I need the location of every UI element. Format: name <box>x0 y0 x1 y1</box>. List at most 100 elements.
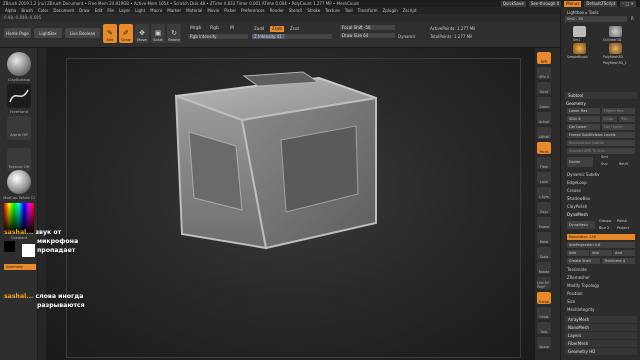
dynamesh-header[interactable]: DynaMesh <box>567 212 588 217</box>
create-shell-button[interactable]: Create Shell <box>567 258 600 264</box>
cage-button[interactable]: Cage <box>602 116 617 122</box>
menu-light[interactable]: Light <box>135 8 145 13</box>
size-header[interactable]: Size <box>567 299 575 304</box>
sdiv-slider[interactable]: SDiv 8 <box>567 116 600 122</box>
zremesher-header[interactable]: ZRemesher <box>567 275 590 280</box>
menus-button[interactable]: Menus <box>564 0 582 7</box>
alternate-button[interactable]: Alternate <box>4 264 36 270</box>
toolbar-xpose-button[interactable]: Xpose <box>537 337 551 349</box>
dynamic-toggle[interactable]: Dynamic <box>398 34 416 39</box>
rgb-button[interactable]: Rgb <box>210 26 219 31</box>
toolbar-frame-button[interactable]: Frame <box>537 217 551 229</box>
toolbar-rotate-button[interactable]: Rotate <box>537 262 551 274</box>
lightbox-tools-button[interactable]: Lightbox ▸ Tools <box>567 10 599 15</box>
menu-draw[interactable]: Draw <box>79 8 89 13</box>
tool-thumb-polymesh[interactable] <box>609 43 622 54</box>
secondary-color-swatch[interactable] <box>4 241 15 252</box>
del-lower-button[interactable]: Del Lower <box>567 124 600 130</box>
tool-thumb-cylinder[interactable] <box>609 26 622 37</box>
menu-color[interactable]: Color <box>38 8 48 13</box>
menu-tool[interactable]: Tool <box>345 8 353 13</box>
toolbar-transp-button[interactable]: Transp <box>537 292 551 304</box>
meshintegrity-header[interactable]: MeshIntegrity <box>567 307 595 312</box>
dynamesh-button[interactable]: DynaMesh <box>567 221 595 229</box>
reuv-toggle[interactable]: ReUV <box>619 162 628 166</box>
zadd-button[interactable]: Zadd <box>252 26 266 32</box>
sculpted-cube-mesh[interactable] <box>46 48 535 360</box>
geometry-hd-header[interactable]: Geometry HD <box>565 348 637 355</box>
menu-macro[interactable]: Macro <box>150 8 162 13</box>
divide-button[interactable]: Divide <box>567 157 593 167</box>
menu-layer[interactable]: Layer <box>119 8 130 13</box>
toolbar-actual-button[interactable]: Actual <box>537 112 551 124</box>
smt-toggle[interactable]: Smt <box>601 155 608 159</box>
rotate-mode-button[interactable]: ↻ Rotate <box>167 24 181 43</box>
toolbar-solo-button[interactable]: Solo <box>537 322 551 334</box>
resolution-slider[interactable]: Resolution 128 <box>567 234 635 240</box>
menu-alpha[interactable]: Alpha <box>5 8 16 13</box>
polish-toggle[interactable]: Polish <box>617 219 627 223</box>
toolbar-floor-button[interactable]: Floor <box>537 157 551 169</box>
modify-topology-header[interactable]: Modify Topology <box>567 283 599 288</box>
live-boolean-button[interactable]: Live Boolean <box>65 28 100 38</box>
blur-slider[interactable]: Blur 2 <box>599 226 609 230</box>
brush-thumbnail[interactable] <box>7 52 31 76</box>
r-button[interactable]: R <box>631 16 634 21</box>
del-higher-button[interactable]: Del Higher <box>602 124 635 130</box>
home-page-button[interactable]: Home Page <box>4 28 31 38</box>
toolbar-aahalf-button[interactable]: AAHalf <box>537 127 551 139</box>
lower-res-button[interactable]: Lower Res <box>567 108 600 114</box>
sub-button[interactable]: Sub <box>590 250 612 256</box>
menu-edit[interactable]: Edit <box>95 8 103 13</box>
toolbar-zoom-button[interactable]: Zoom <box>537 97 551 109</box>
default-zscript-button[interactable]: DefaultZScript <box>584 0 618 7</box>
rgb-intensity-slider[interactable]: Rgb Intensity <box>188 34 248 39</box>
menu-render[interactable]: Render <box>270 8 284 13</box>
menu-transform[interactable]: Transform <box>358 8 378 13</box>
menu-brush[interactable]: Brush <box>21 8 33 13</box>
project-toggle[interactable]: Project <box>617 226 629 230</box>
reconstruct-subdiv-button[interactable]: Reconstruct Subdiv <box>567 140 635 146</box>
current-tool-slider[interactable]: Sm1 . 50 <box>565 16 627 22</box>
material-thumbnail[interactable] <box>7 170 31 194</box>
dynamic-subdiv-header[interactable]: Dynamic Subdiv <box>567 172 600 177</box>
geometry-header[interactable]: Geometry <box>566 101 586 106</box>
see-through-slider[interactable]: See-through 0 <box>528 0 562 7</box>
menu-movie[interactable]: Movie <box>207 8 219 13</box>
subprojection-slider[interactable]: SubProjection 0.6 <box>567 242 635 248</box>
lightbox-button[interactable]: LightBox <box>34 28 62 38</box>
menu-material[interactable]: Material <box>186 8 202 13</box>
and-button[interactable]: And <box>613 250 635 256</box>
edgeloop-header[interactable]: EdgeLoop <box>567 180 587 185</box>
m-button[interactable]: M <box>230 26 234 31</box>
zcut-button[interactable]: Zcut <box>288 26 301 32</box>
toolbar-persp-button[interactable]: Persp <box>537 142 551 154</box>
toolbar-scroll-button[interactable]: Scroll <box>537 82 551 94</box>
draw-mode-button[interactable]: ✐ Draw <box>119 24 133 43</box>
draw-size-slider[interactable]: Draw Size 64 <box>340 33 395 38</box>
menu-zplugin[interactable]: Zplugin <box>383 8 398 13</box>
menu-stencil[interactable]: Stencil <box>289 8 303 13</box>
window-controls-icon[interactable]: – □ × <box>620 0 636 7</box>
toolbar-bpr-button[interactable]: BPR <box>537 52 551 64</box>
tool-thumb-sm1[interactable] <box>573 26 586 37</box>
quicksave-button[interactable]: QuickSave <box>500 0 526 7</box>
edit-mode-button[interactable]: ✎ Edit <box>103 24 117 43</box>
groups-toggle[interactable]: Groups <box>599 219 611 223</box>
focal-shift-slider[interactable]: Focal Shift -56 <box>340 25 395 30</box>
shadowbox-header[interactable]: ShadowBox <box>567 196 590 201</box>
rstr-button[interactable]: Rstr <box>619 116 635 122</box>
menu-texture[interactable]: Texture <box>325 8 340 13</box>
menu-document[interactable]: Document <box>53 8 74 13</box>
menu-zscript[interactable]: Zscript <box>403 8 417 13</box>
stroke-thumbnail[interactable] <box>7 84 31 108</box>
claypolish-header[interactable]: ClayPolish <box>567 204 587 209</box>
subtool-header[interactable]: Subtool <box>565 92 637 99</box>
menu-preferences[interactable]: Preferences <box>241 8 265 13</box>
toolbar-local-button[interactable]: Local <box>537 172 551 184</box>
canvas-viewport[interactable] <box>46 48 535 360</box>
menu-file[interactable]: File <box>107 8 114 13</box>
suv-toggle[interactable]: Suv <box>601 162 608 166</box>
tool-thumb-simplebrush[interactable] <box>573 43 586 54</box>
fibermesh-header[interactable]: FiberMesh <box>565 340 637 347</box>
